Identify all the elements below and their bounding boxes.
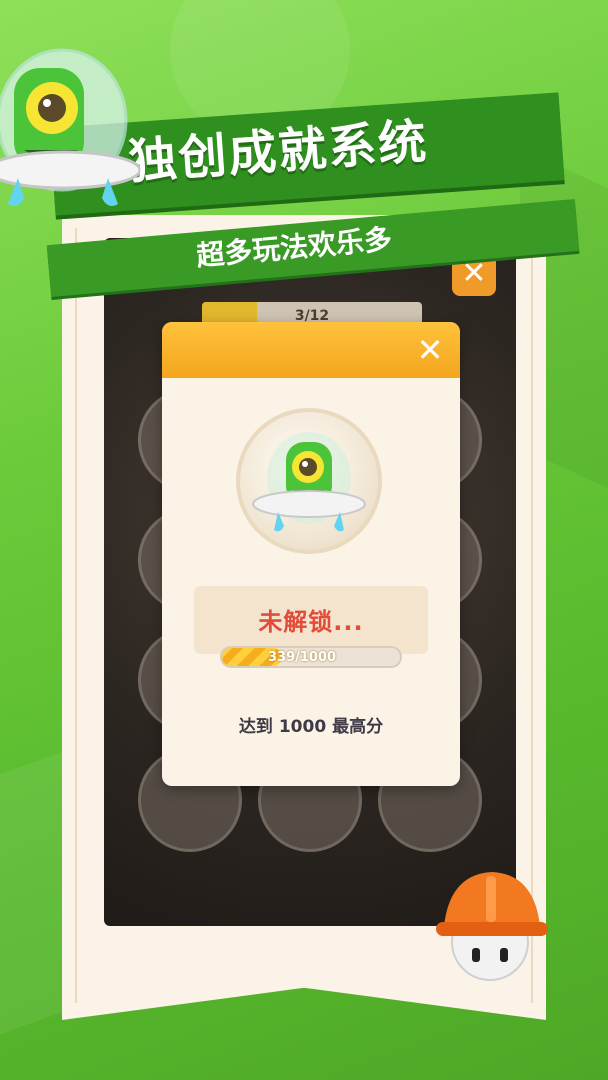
achievement-badge bbox=[236, 408, 382, 554]
status-box: 未解锁... bbox=[194, 586, 428, 654]
ufo-mascot-icon bbox=[0, 48, 140, 206]
close-icon: ✕ bbox=[416, 331, 444, 369]
score-progress-text: 339/1000 bbox=[268, 650, 337, 665]
dialog-close-button[interactable]: ✕ bbox=[412, 330, 448, 370]
ufo-alien-icon bbox=[252, 432, 366, 532]
score-progress-bar: 339/1000 bbox=[220, 646, 402, 668]
achievement-goal: 达到 1000 最高分 bbox=[238, 717, 384, 737]
achievement-dialog: ✕ 未解锁... 339/1000 达到 1000 最高分 bbox=[162, 322, 460, 786]
lock-status: 未解锁... bbox=[258, 608, 364, 636]
dialog-header: ✕ bbox=[162, 322, 460, 378]
close-icon: ✕ bbox=[461, 256, 487, 291]
hardhat-mascot-icon bbox=[436, 872, 548, 981]
